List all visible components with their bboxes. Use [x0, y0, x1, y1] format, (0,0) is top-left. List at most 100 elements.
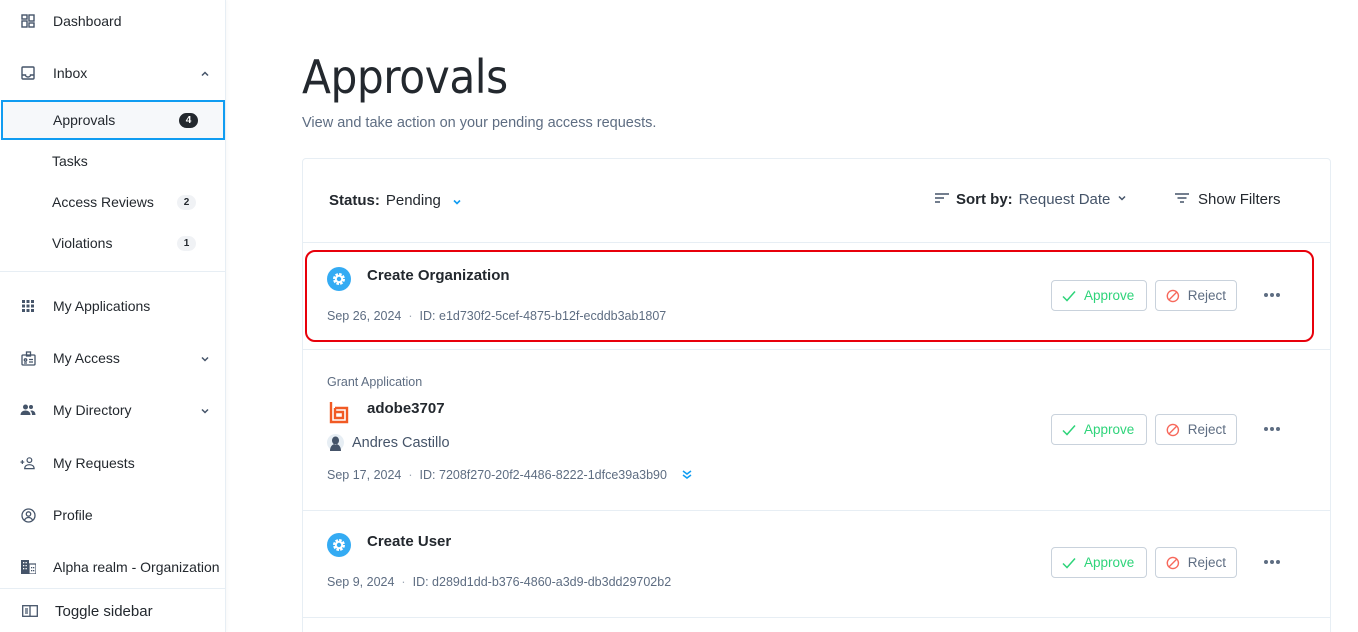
gear-icon	[327, 533, 351, 557]
access-reviews-count-badge: 2	[177, 194, 196, 210]
approvals-count-badge: 4	[179, 112, 198, 128]
chevron-down-icon	[199, 404, 211, 416]
block-icon	[1166, 423, 1180, 436]
check-icon	[1062, 290, 1076, 302]
sidebar-item-label: Approvals	[53, 112, 116, 128]
sidebar-item-label: Toggle sidebar	[55, 602, 153, 620]
gear-icon	[327, 267, 351, 291]
sidebar-divider	[0, 588, 225, 589]
request-meta: Sep 9, 2024 · ID: d289d1dd-b376-4860-a3d9-…	[327, 575, 672, 589]
sidebar-toggle-icon	[22, 603, 38, 619]
status-label: Status:	[329, 192, 380, 209]
person-add-icon	[20, 455, 36, 471]
avatar	[327, 434, 344, 451]
sidebar-item-label: My Requests	[53, 455, 135, 471]
request-title: adobe3707	[367, 400, 445, 417]
sidebar-item-access-reviews[interactable]: Access Reviews 2	[0, 182, 225, 222]
block-icon	[1166, 556, 1180, 569]
more-options-icon[interactable]	[1261, 421, 1283, 437]
request-title: Create Organization	[367, 267, 510, 284]
sidebar-divider	[0, 271, 225, 272]
approve-label: Approve	[1084, 422, 1135, 437]
expand-details-icon[interactable]	[681, 469, 693, 481]
approve-label: Approve	[1084, 288, 1135, 303]
status-value: Pending	[385, 192, 441, 209]
account-circle-icon	[20, 507, 36, 523]
check-icon	[1062, 424, 1076, 436]
more-options-icon[interactable]	[1261, 287, 1283, 303]
sidebar: Dashboard Inbox Approvals 4 Tasks Access…	[0, 0, 226, 632]
sidebar-item-label: Inbox	[53, 65, 88, 81]
sidebar-item-label: Access Reviews	[52, 194, 154, 210]
sidebar-item-my-directory[interactable]: My Directory	[0, 390, 225, 430]
request-date: Sep 9, 2024	[327, 575, 395, 589]
sidebar-item-profile[interactable]: Profile	[0, 495, 225, 535]
request-row[interactable]: Grant Application adobe3707 Andres Casti…	[303, 350, 1330, 511]
request-type: Grant Application	[327, 375, 423, 389]
sort-value: Request Date	[1018, 191, 1111, 208]
sort-label: Sort by:	[956, 191, 1013, 208]
violations-count-badge: 1	[177, 235, 196, 251]
sidebar-item-organization[interactable]: Alpha realm - Organization	[0, 547, 225, 587]
approvals-card: Status: Pending Sort by: Request Date Sh…	[302, 158, 1331, 632]
requester: Andres Castillo	[327, 434, 450, 451]
sidebar-item-label: Tasks	[52, 153, 88, 169]
chevron-down-icon	[199, 352, 211, 364]
sort-dropdown[interactable]: Sort by: Request Date	[934, 191, 1128, 208]
card-toolbar: Status: Pending Sort by: Request Date Sh…	[303, 159, 1330, 243]
reject-label: Reject	[1187, 555, 1226, 570]
more-options-icon[interactable]	[1261, 554, 1283, 570]
approve-label: Approve	[1084, 555, 1135, 570]
chevron-down-icon	[451, 195, 463, 207]
requester-name: Andres Castillo	[352, 434, 450, 451]
sidebar-item-dashboard[interactable]: Dashboard	[0, 1, 225, 41]
adobe-app-icon	[329, 400, 353, 424]
request-meta: Sep 26, 2024 · ID: e1d730f2-5cef-4875-b12f…	[327, 309, 667, 323]
sidebar-item-inbox[interactable]: Inbox	[0, 53, 225, 93]
sidebar-item-tasks[interactable]: Tasks	[0, 141, 225, 181]
approve-button[interactable]: Approve	[1051, 414, 1147, 445]
sidebar-item-my-access[interactable]: My Access	[0, 338, 225, 378]
reject-button[interactable]: Reject	[1155, 547, 1237, 578]
check-icon	[1062, 557, 1076, 569]
sidebar-item-label: My Applications	[53, 298, 151, 314]
people-icon	[20, 402, 36, 418]
request-id: ID: 7208f270-20f2-4486-8222-1dfce39a3b90	[419, 468, 667, 482]
request-date: Sep 26, 2024	[327, 309, 402, 323]
approve-button[interactable]: Approve	[1051, 547, 1147, 578]
sidebar-item-label: Dashboard	[53, 13, 122, 29]
chevron-down-icon	[1116, 191, 1128, 208]
sidebar-item-label: My Access	[53, 350, 120, 366]
page-title: Approvals	[302, 50, 508, 104]
sidebar-item-approvals[interactable]: Approvals 4	[1, 100, 225, 140]
request-meta: Sep 17, 2024 · ID: 7208f270-20f2-4486-8222…	[327, 468, 693, 482]
sidebar-item-violations[interactable]: Violations 1	[0, 223, 225, 263]
dashboard-icon	[20, 13, 36, 29]
status-filter-dropdown[interactable]: Status: Pending	[329, 192, 463, 209]
reject-button[interactable]: Reject	[1155, 414, 1237, 445]
show-filters-button[interactable]: Show Filters	[1174, 191, 1281, 208]
sidebar-item-my-applications[interactable]: My Applications	[0, 286, 225, 326]
chevron-up-icon	[199, 67, 211, 79]
request-row[interactable]: Create Organization Sep 26, 2024 · ID: e1d…	[303, 243, 1330, 350]
request-row[interactable]: Create User Sep 9, 2024 · ID: d289d1dd-b37…	[303, 511, 1330, 618]
sidebar-item-label: My Directory	[53, 402, 132, 418]
request-id: ID: e1d730f2-5cef-4875-b12f-ecddb3ab1807	[419, 309, 667, 323]
request-date: Sep 17, 2024	[327, 468, 402, 482]
building-icon	[20, 559, 36, 575]
sidebar-item-my-requests[interactable]: My Requests	[0, 443, 225, 483]
apps-grid-icon	[20, 298, 36, 314]
approve-button[interactable]: Approve	[1051, 280, 1147, 311]
show-filters-label: Show Filters	[1198, 191, 1281, 208]
reject-label: Reject	[1187, 288, 1226, 303]
request-id: ID: d289d1dd-b376-4860-a3d9-db3dd29702b2	[412, 575, 672, 589]
reject-button[interactable]: Reject	[1155, 280, 1237, 311]
filter-icon	[1174, 191, 1190, 208]
request-title: Create User	[367, 533, 452, 550]
sidebar-item-label: Alpha realm - Organization	[53, 559, 220, 575]
sidebar-item-label: Profile	[53, 507, 93, 523]
reject-label: Reject	[1187, 422, 1226, 437]
toggle-sidebar-button[interactable]: Toggle sidebar	[0, 591, 225, 631]
sidebar-item-label: Violations	[52, 235, 113, 251]
badge-icon	[20, 350, 36, 366]
